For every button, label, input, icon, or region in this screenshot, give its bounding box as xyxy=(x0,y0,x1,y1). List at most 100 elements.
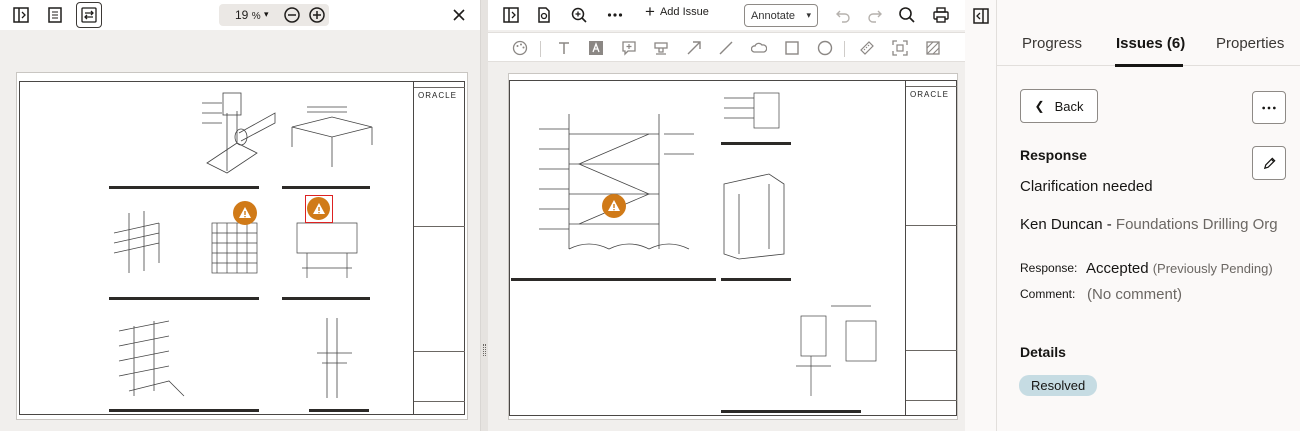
control-panel-sketch xyxy=(719,88,799,138)
oracle-logo: ORACLE xyxy=(910,90,949,99)
close-icon[interactable] xyxy=(446,2,472,28)
rectangle-tool-icon[interactable] xyxy=(782,38,802,58)
stair-guardrail-sketch xyxy=(109,311,199,401)
pencil-icon xyxy=(1263,156,1276,169)
add-issue-label: Add Issue xyxy=(659,6,709,18)
response-status: Accepted (Previously Pending) xyxy=(1086,260,1273,277)
issue-marker-warning-icon[interactable] xyxy=(233,201,257,225)
issue-marker-warning-icon[interactable] xyxy=(307,197,330,220)
caption-bar xyxy=(721,410,791,413)
chevron-down-icon: ▾ xyxy=(806,10,811,20)
stair-section-sketch xyxy=(529,104,699,254)
section-detail-sketch xyxy=(307,313,367,403)
wall-section-sketch xyxy=(287,97,377,177)
caption-bar xyxy=(109,297,259,300)
response-author: Ken Duncan - Foundations Drilling Org xyxy=(1020,215,1280,234)
redo-icon[interactable] xyxy=(862,2,888,28)
response-status-value: Accepted xyxy=(1086,260,1149,277)
area-select-tool-icon[interactable] xyxy=(890,38,910,58)
annotate-mode-select[interactable]: Annotate ▾ xyxy=(744,4,818,27)
caption-bar xyxy=(282,297,370,300)
undo-icon[interactable] xyxy=(830,2,856,28)
text-tool-icon[interactable] xyxy=(554,38,574,58)
panel-tabs: Progress Issues (6) Properties xyxy=(997,0,1300,67)
toggle-sidebar-icon[interactable] xyxy=(8,2,34,28)
drag-grip-icon[interactable] xyxy=(483,344,486,356)
cloud-tool-icon[interactable] xyxy=(749,38,769,58)
edit-response-button[interactable] xyxy=(1252,146,1286,180)
comment-label: Comment: xyxy=(1020,287,1076,301)
recall-panel-sketch xyxy=(791,296,901,404)
zoom-in-magnifier-icon[interactable] xyxy=(566,2,592,28)
more-actions-button[interactable] xyxy=(1252,91,1286,124)
comment-value: (No comment) xyxy=(1087,286,1183,303)
mid-toolbar: + Add Issue Annotate ▾ xyxy=(488,0,965,30)
plus-icon: + xyxy=(645,2,655,21)
compare-sync-icon[interactable] xyxy=(76,2,102,28)
middle-document-viewer[interactable]: + Add Issue Annotate ▾ ORACLE xyxy=(488,0,965,431)
zoom-out-icon[interactable] xyxy=(279,2,305,28)
stamp-tool-icon[interactable] xyxy=(651,38,671,58)
print-icon[interactable] xyxy=(928,2,954,28)
annotation-toolbar xyxy=(488,32,965,62)
drawing-sheet-left[interactable]: ORACLE xyxy=(16,72,468,420)
chevron-left-icon: ❮ xyxy=(1034,99,1045,113)
caption-bar xyxy=(309,409,369,412)
tab-properties[interactable]: Properties xyxy=(1216,35,1284,52)
oracle-logo: ORACLE xyxy=(418,91,457,100)
collapse-panel-icon[interactable] xyxy=(968,3,994,29)
handrail-detail-sketch xyxy=(197,83,277,183)
status-badge: Resolved xyxy=(1019,375,1098,396)
caption-bar xyxy=(109,409,259,412)
drawing-sheet-middle[interactable]: ORACLE xyxy=(508,73,958,420)
annotate-select-value: Annotate xyxy=(751,10,796,22)
text-box-tool-icon[interactable] xyxy=(586,38,606,58)
back-label: Back xyxy=(1054,98,1084,114)
elevator-entrance-sketch xyxy=(719,164,809,264)
guardrail-sketch xyxy=(109,203,189,283)
search-icon[interactable] xyxy=(894,2,920,28)
selected-issue-marker[interactable] xyxy=(305,195,333,223)
caption-bar xyxy=(282,186,370,189)
add-issue-button[interactable]: + Add Issue xyxy=(645,2,709,21)
caption-bar xyxy=(109,186,259,189)
elevator-section-sketch xyxy=(287,213,377,283)
toggle-sidebar-icon[interactable] xyxy=(498,2,524,28)
details-heading: Details xyxy=(1020,344,1066,360)
zoom-in-icon[interactable] xyxy=(304,2,330,28)
back-button[interactable]: ❮ Back xyxy=(1020,89,1098,123)
more-options-icon[interactable] xyxy=(602,2,628,28)
pane-resize-divider[interactable] xyxy=(481,0,488,431)
issue-marker-warning-icon[interactable] xyxy=(602,194,626,218)
tab-progress[interactable]: Progress xyxy=(1022,35,1082,52)
response-status-label: Response: xyxy=(1020,261,1078,275)
response-value: Clarification needed xyxy=(1020,178,1153,195)
callout-tool-icon[interactable] xyxy=(619,38,639,58)
author-organization: Foundations Drilling Org xyxy=(1115,216,1278,233)
issues-detail-panel: Progress Issues (6) Properties ❮ Back Re… xyxy=(997,0,1300,431)
arrow-tool-icon[interactable] xyxy=(684,38,704,58)
panel-toggle-strip xyxy=(965,0,997,431)
left-toolbar-gap xyxy=(0,30,480,66)
author-name: Ken Duncan xyxy=(1020,216,1103,233)
active-tab-indicator xyxy=(1115,64,1183,67)
measure-tool-icon[interactable] xyxy=(857,38,877,58)
response-heading: Response xyxy=(1020,147,1087,163)
page-settings-icon[interactable] xyxy=(531,2,557,28)
response-previous-status: (Previously Pending) xyxy=(1152,261,1273,276)
line-tool-icon[interactable] xyxy=(716,38,736,58)
caption-bar xyxy=(721,142,791,145)
ellipse-tool-icon[interactable] xyxy=(815,38,835,58)
left-document-viewer[interactable]: 19 % ▾ ORACLE xyxy=(0,0,481,431)
hatch-tool-icon[interactable] xyxy=(923,38,943,58)
title-block: ORACLE xyxy=(413,81,465,415)
zoom-dropdown-chevron-icon[interactable]: ▾ xyxy=(264,9,269,20)
ellipsis-icon xyxy=(1262,106,1276,109)
document-icon[interactable] xyxy=(42,2,68,28)
caption-bar xyxy=(791,410,861,413)
author-separator: - xyxy=(1102,216,1116,233)
left-toolbar: 19 % ▾ xyxy=(0,0,480,30)
zoom-value: 19 % xyxy=(235,8,261,22)
tab-issues[interactable]: Issues (6) xyxy=(1116,35,1185,52)
palette-icon[interactable] xyxy=(510,38,530,58)
